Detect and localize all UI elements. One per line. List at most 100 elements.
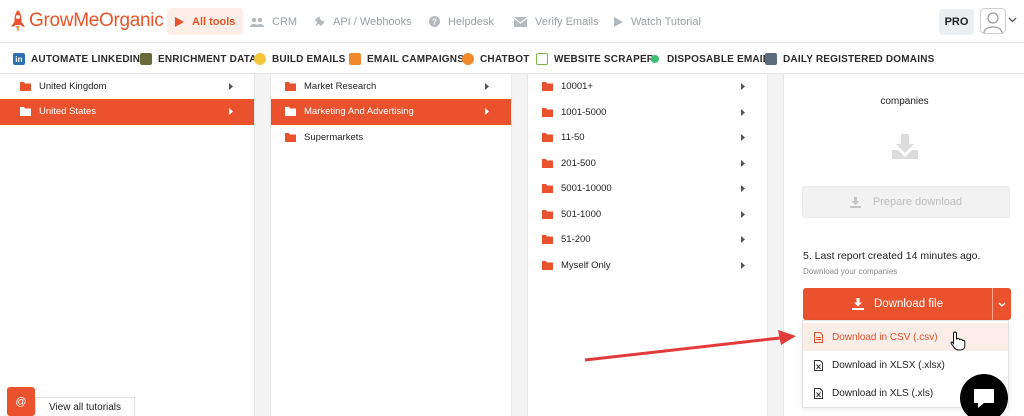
download-icon bbox=[851, 298, 864, 310]
play-outline-icon bbox=[614, 16, 623, 27]
folder-icon bbox=[542, 184, 553, 194]
nav-all-tools[interactable]: All tools bbox=[167, 8, 244, 35]
nav-crm[interactable]: CRM bbox=[250, 8, 297, 35]
tool-automate-linkedin[interactable]: in AUTOMATE LINKEDIN bbox=[13, 52, 140, 66]
industry-label: Market Research bbox=[304, 81, 377, 93]
caret-right-icon bbox=[741, 159, 745, 167]
help-button[interactable]: @ bbox=[7, 387, 35, 416]
prepare-download-button[interactable]: Prepare download bbox=[802, 186, 1010, 218]
size-label: 11-50 bbox=[561, 132, 585, 144]
folder-icon bbox=[542, 235, 553, 245]
chevron-down-icon[interactable] bbox=[1008, 17, 1017, 23]
column-gap bbox=[768, 74, 783, 416]
user-avatar-icon bbox=[980, 8, 1006, 34]
industry-item[interactable]: Supermarkets bbox=[271, 125, 511, 151]
country-item[interactable]: United Kingdom bbox=[0, 74, 254, 100]
size-item[interactable]: Myself Only bbox=[528, 253, 767, 279]
nav-api-webhooks[interactable]: API / Webhooks bbox=[314, 8, 412, 35]
size-item[interactable]: 1001-5000 bbox=[528, 100, 767, 126]
plan-badge[interactable]: PRO bbox=[939, 9, 974, 35]
tool-email-campaigns[interactable]: EMAIL CAMPAIGNS bbox=[349, 52, 464, 66]
industry-label: Supermarkets bbox=[304, 132, 364, 144]
size-item[interactable]: 501-1000 bbox=[528, 202, 767, 228]
industry-column: Market Research Marketing And Advertisin… bbox=[270, 74, 512, 416]
view-all-tutorials-tab[interactable]: View all tutorials bbox=[35, 397, 135, 416]
size-item[interactable]: 201-500 bbox=[528, 151, 767, 177]
last-report-text: 5. Last report created 14 minutes ago. bbox=[803, 250, 981, 262]
top-navbar: GrowMeOrganic All tools CRM API / Webhoo… bbox=[0, 0, 1024, 43]
tool-label: BUILD EMAILS bbox=[272, 53, 346, 65]
tool-label: DISPOSABLE EMAIL bbox=[667, 53, 770, 65]
folder-icon bbox=[285, 133, 296, 143]
file-csv-icon bbox=[814, 331, 823, 343]
country-item[interactable]: United States bbox=[0, 99, 254, 125]
tool-daily-registered-domains[interactable]: DAILY REGISTERED DOMAINS bbox=[765, 52, 935, 66]
tool-build-emails[interactable]: BUILD EMAILS bbox=[254, 52, 346, 66]
tool-website-scraper[interactable]: WEBSITE SCRAPER bbox=[536, 52, 654, 66]
size-item[interactable]: 5001-10000 bbox=[528, 176, 767, 202]
play-icon bbox=[175, 16, 184, 27]
size-label: 5001-10000 bbox=[561, 183, 612, 195]
download-file-button[interactable]: Download file bbox=[803, 288, 992, 320]
column-gap bbox=[255, 74, 270, 416]
brand-name: GrowMeOrganic bbox=[29, 10, 164, 31]
caret-right-icon bbox=[741, 185, 745, 192]
nav-helpdesk[interactable]: ? Helpdesk bbox=[429, 8, 494, 35]
size-item[interactable]: 11-50 bbox=[528, 125, 767, 151]
chat-icon bbox=[974, 389, 994, 408]
folder-icon bbox=[542, 133, 553, 143]
download-tray-icon bbox=[892, 134, 918, 159]
caret-right-icon bbox=[229, 108, 233, 115]
data-icon bbox=[140, 53, 152, 65]
folder-icon bbox=[542, 82, 553, 92]
companies-heading: companies bbox=[880, 96, 929, 107]
nav-watch-tutorial[interactable]: Watch Tutorial bbox=[614, 8, 701, 35]
size-label: Myself Only bbox=[561, 259, 611, 271]
tools-bar: in AUTOMATE LINKEDIN ENRICHMENT DATA BUI… bbox=[0, 44, 1024, 74]
caret-right-icon bbox=[741, 108, 745, 116]
tool-enrichment-data[interactable]: ENRICHMENT DATA bbox=[140, 52, 257, 66]
avatar[interactable] bbox=[980, 8, 1006, 34]
download-file-label: Download file bbox=[873, 298, 944, 310]
tool-label: DAILY REGISTERED DOMAINS bbox=[783, 53, 935, 65]
menu-item-csv[interactable]: Download in CSV (.csv) bbox=[803, 323, 1008, 351]
caret-right-icon bbox=[741, 261, 745, 269]
industry-item[interactable]: Market Research bbox=[271, 74, 511, 100]
folder-icon bbox=[542, 260, 553, 270]
caret-right-icon bbox=[741, 210, 745, 218]
download-format-toggle[interactable] bbox=[992, 288, 1011, 320]
file-excel-icon bbox=[814, 387, 823, 399]
folder-icon bbox=[285, 82, 296, 92]
industry-item[interactable]: Marketing And Advertising bbox=[271, 99, 511, 125]
last-report-subtext: Download your companies bbox=[803, 267, 898, 276]
brand-logo[interactable]: GrowMeOrganic bbox=[10, 9, 164, 33]
nav-label: Watch Tutorial bbox=[631, 15, 701, 28]
prepare-label: Prepare download bbox=[872, 196, 963, 208]
hand-cursor-icon bbox=[950, 331, 966, 351]
caret-right-icon bbox=[229, 83, 233, 90]
tool-disposable-email[interactable]: DISPOSABLE EMAIL bbox=[649, 52, 769, 66]
size-item[interactable]: 10001+ bbox=[528, 74, 767, 100]
menu-item-label: Download in XLS (.xls) bbox=[832, 387, 934, 399]
country-label: United States bbox=[39, 106, 97, 118]
chat-widget-button[interactable] bbox=[960, 374, 1008, 416]
disposable-icon bbox=[649, 53, 661, 65]
chatbot-icon bbox=[462, 53, 474, 65]
nav-label: All tools bbox=[192, 15, 236, 28]
tool-chatbot[interactable]: CHATBOT bbox=[462, 52, 530, 66]
caret-right-icon bbox=[741, 83, 745, 90]
caret-right-icon bbox=[485, 108, 489, 115]
size-item[interactable]: 51-200 bbox=[528, 227, 767, 253]
menu-item-label: Download in CSV (.csv) bbox=[832, 331, 938, 343]
caret-right-icon bbox=[485, 83, 489, 90]
tool-label: AUTOMATE LINKEDIN bbox=[31, 53, 141, 65]
caret-right-icon bbox=[741, 236, 745, 243]
industry-label: Marketing And Advertising bbox=[304, 106, 414, 118]
menu-item-label: Download in XLSX (.xlsx) bbox=[832, 359, 945, 371]
nav-label: Helpdesk bbox=[448, 15, 494, 28]
caret-right-icon bbox=[741, 134, 745, 141]
envelope-icon bbox=[514, 16, 527, 27]
column-gap bbox=[512, 74, 527, 416]
nav-verify-emails[interactable]: Verify Emails bbox=[514, 8, 599, 35]
folder-icon bbox=[20, 82, 31, 92]
